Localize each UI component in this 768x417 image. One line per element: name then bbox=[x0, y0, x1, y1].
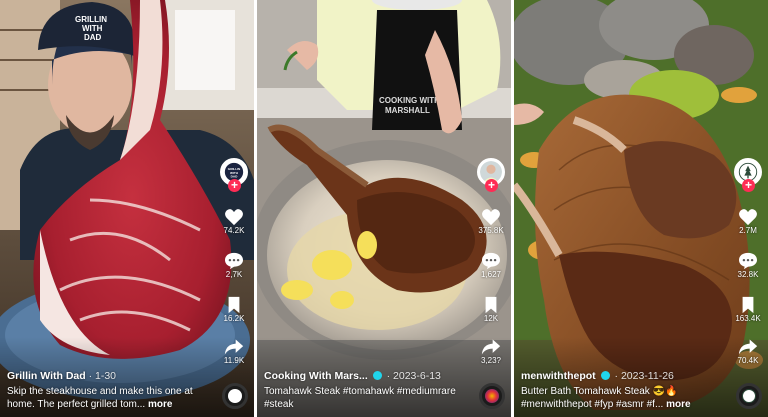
comment-count: 32.8K bbox=[737, 270, 759, 279]
more-link[interactable]: more bbox=[666, 399, 690, 410]
author-name[interactable]: menwiththepot bbox=[521, 370, 596, 382]
video-card-menwiththepot[interactable]: + 2.7M 32.8K 163.4K 70.4K menwiththepot … bbox=[514, 0, 768, 417]
bookmark-icon bbox=[485, 296, 497, 314]
comment-count: 2,7K bbox=[225, 270, 243, 279]
music-disc-icon bbox=[228, 389, 242, 403]
share-button[interactable]: 70.4K bbox=[732, 338, 764, 366]
author-name[interactable]: Grillin With Dad bbox=[7, 370, 86, 382]
svg-text:GRILLIN: GRILLIN bbox=[75, 15, 107, 24]
bookmark-icon bbox=[228, 296, 240, 314]
follow-button[interactable]: + bbox=[742, 179, 755, 192]
plus-icon: + bbox=[744, 178, 752, 192]
video-caption: menwiththepot · 2023-11-26 Butter Bath T… bbox=[521, 369, 724, 411]
music-disc[interactable] bbox=[736, 383, 762, 409]
description-text: Tomahawk Steak #tomahawk #mediumrare #st… bbox=[264, 386, 456, 410]
author-row: menwiththepot · 2023-11-26 bbox=[521, 370, 674, 382]
svg-text:DAD: DAD bbox=[84, 33, 102, 42]
bookmark-icon bbox=[742, 296, 754, 314]
share-button[interactable]: 11.9K bbox=[218, 338, 250, 366]
save-button[interactable]: 16.2K bbox=[218, 296, 250, 324]
post-date: 2023-11-26 bbox=[620, 370, 674, 382]
comment-button[interactable]: 2,7K bbox=[218, 252, 250, 280]
video-description: Tomahawk Steak #tomahawk #mediumrare #st… bbox=[264, 386, 467, 411]
video-card-cooking-with-marshall[interactable]: COOKING WITH MARSHALL + 375.8K 1,627 12K… bbox=[257, 0, 511, 417]
video-description: Skip the steakhouse and make this one at… bbox=[7, 386, 210, 411]
share-count: 3,23? bbox=[480, 356, 502, 365]
video-strip: GRILLIN WITH DAD GRILLIN WITH DAD + 74.2… bbox=[0, 0, 768, 417]
apron-logo-line2: MARSHALL bbox=[385, 106, 430, 115]
author-row: Grillin With Dad · 1-30 bbox=[7, 370, 117, 382]
like-button[interactable]: 2.7M bbox=[732, 208, 764, 236]
save-button[interactable]: 12K bbox=[475, 296, 507, 324]
save-count: 16.2K bbox=[223, 314, 245, 323]
heart-icon bbox=[225, 209, 243, 226]
music-disc-icon bbox=[742, 389, 756, 403]
post-date: 2023-6-13 bbox=[393, 370, 441, 382]
apron-logo-line1: COOKING WITH bbox=[379, 96, 440, 105]
comment-icon bbox=[482, 252, 500, 270]
like-button[interactable]: 375.8K bbox=[475, 208, 507, 236]
verified-badge-icon bbox=[372, 371, 382, 380]
save-count: 12K bbox=[483, 314, 499, 323]
save-button[interactable]: 163.4K bbox=[732, 296, 764, 324]
heart-icon bbox=[739, 209, 757, 226]
save-count: 163.4K bbox=[735, 314, 761, 323]
plus-icon: + bbox=[230, 178, 238, 192]
share-arrow-icon bbox=[481, 339, 501, 355]
comment-button[interactable]: 1,627 bbox=[475, 252, 507, 280]
like-count: 2.7M bbox=[739, 226, 757, 235]
music-disc[interactable] bbox=[222, 383, 248, 409]
comment-icon bbox=[225, 252, 243, 270]
music-disc[interactable] bbox=[479, 383, 505, 409]
share-arrow-icon bbox=[224, 339, 244, 355]
like-button[interactable]: 74.2K bbox=[218, 208, 250, 236]
video-card-grillin-with-dad[interactable]: GRILLIN WITH DAD GRILLIN WITH DAD + 74.2… bbox=[0, 0, 254, 417]
like-count: 74.2K bbox=[223, 226, 245, 235]
like-count: 375.8K bbox=[478, 226, 504, 235]
video-caption: Grillin With Dad · 1-30 Skip the steakho… bbox=[7, 369, 210, 411]
description-text: Butter Bath Tomahawk Steak 😎🔥 #menwithth… bbox=[521, 386, 678, 410]
video-description: Butter Bath Tomahawk Steak 😎🔥 #menwithth… bbox=[521, 386, 724, 411]
post-date: 1-30 bbox=[95, 370, 117, 382]
share-count: 11.9K bbox=[223, 356, 245, 365]
comment-icon bbox=[739, 252, 757, 270]
follow-button[interactable]: + bbox=[485, 179, 498, 192]
music-disc-icon bbox=[485, 389, 499, 403]
video-caption: Cooking With Mars... · 2023-6-13 Tomahaw… bbox=[264, 369, 467, 411]
share-arrow-icon bbox=[738, 339, 758, 355]
more-link[interactable]: more bbox=[148, 399, 172, 410]
share-button[interactable]: 3,23? bbox=[475, 338, 507, 366]
plus-icon: + bbox=[487, 178, 495, 192]
author-name[interactable]: Cooking With Mars... bbox=[264, 370, 368, 382]
svg-text:WITH: WITH bbox=[82, 24, 103, 33]
author-row: Cooking With Mars... · 2023-6-13 bbox=[264, 370, 441, 382]
heart-icon bbox=[482, 209, 500, 226]
comment-count: 1,627 bbox=[480, 270, 502, 279]
share-count: 70.4K bbox=[737, 356, 759, 365]
follow-button[interactable]: + bbox=[228, 179, 241, 192]
verified-badge-icon bbox=[600, 371, 610, 380]
comment-button[interactable]: 32.8K bbox=[732, 252, 764, 280]
